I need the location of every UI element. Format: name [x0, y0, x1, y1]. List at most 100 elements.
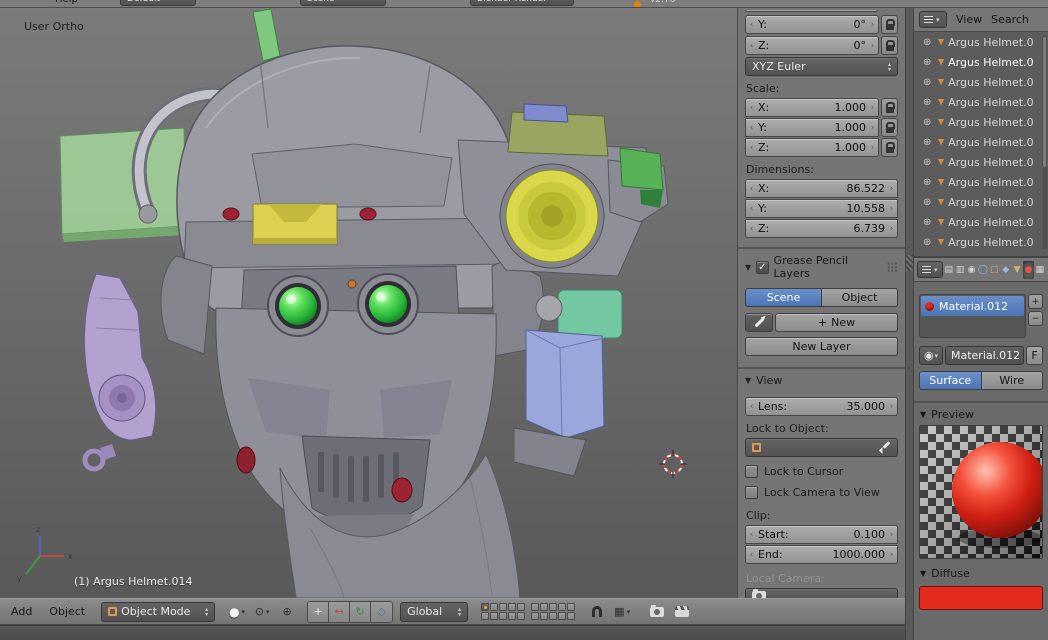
decrement-icon[interactable]: ‹	[748, 20, 755, 30]
rotation-y-field[interactable]: ‹ Y: 0° ›	[745, 15, 879, 34]
tab-render[interactable]: ▤	[944, 261, 954, 279]
manipulator-toggle[interactable]: +	[308, 602, 329, 622]
outliner-scrollbar[interactable]	[1042, 35, 1047, 249]
expand-icon[interactable]: ⊕	[923, 97, 934, 108]
tab-scene[interactable]: ◉	[966, 261, 976, 279]
preview-panel-header[interactable]: ▼ Preview	[920, 408, 1043, 421]
viewport-scene[interactable]: x z y	[0, 8, 737, 598]
layer-button[interactable]	[531, 612, 539, 620]
region-splitter-grip[interactable]	[906, 255, 913, 271]
decrement-icon[interactable]: ‹	[748, 41, 755, 51]
viewport-3d[interactable]: x z y User Ortho (1) Argus Helmet.014	[0, 8, 737, 598]
increment-icon[interactable]: ›	[869, 20, 876, 30]
collapse-icon[interactable]: ▼	[745, 263, 751, 272]
translate-manipulator-button[interactable]: ↔	[329, 602, 350, 622]
decrement-icon[interactable]: ‹	[748, 143, 755, 153]
increment-icon[interactable]: ›	[869, 143, 876, 153]
layer-button[interactable]	[508, 603, 516, 611]
lock-camera-checkbox[interactable]	[745, 486, 758, 499]
editor-type-dropdown[interactable]: ▾	[917, 261, 943, 278]
expand-icon[interactable]: ⊕	[923, 197, 934, 208]
expand-icon[interactable]: ⊕	[923, 237, 934, 248]
panel-drag-handle[interactable]	[887, 262, 898, 273]
expand-icon[interactable]: ⊕	[923, 137, 934, 148]
outliner-item[interactable]: ⊕▲Argus Helmet.0	[914, 32, 1048, 52]
outliner-item[interactable]: ⊕▲Argus Helmet.0	[914, 132, 1048, 152]
decrement-icon[interactable]: ‹	[748, 204, 755, 214]
material-name-field[interactable]: Material.012	[945, 346, 1024, 365]
clip-end-field[interactable]: ‹ End: 1000.000 ›	[745, 545, 898, 564]
screen-layout-dropdown[interactable]: Default	[120, 0, 196, 6]
outliner-item[interactable]: ⊕▲Argus Helmet.0	[914, 112, 1048, 132]
rotation-y-lock-button[interactable]	[881, 15, 898, 34]
scale-y-lock-button[interactable]	[881, 118, 898, 137]
view-panel-header[interactable]: ▼ View	[745, 374, 898, 387]
rotation-x-field-cut[interactable]	[745, 10, 878, 12]
rotation-z-lock-button[interactable]	[881, 36, 898, 55]
increment-icon[interactable]: ›	[869, 103, 876, 113]
opengl-render-anim-button[interactable]	[671, 602, 693, 622]
outliner-item[interactable]: ⊕▲Argus Helmet.0	[914, 232, 1048, 252]
scale-x-lock-button[interactable]	[881, 98, 898, 117]
decrement-icon[interactable]: ‹	[748, 550, 755, 560]
layer-button[interactable]	[549, 603, 557, 611]
layer-button[interactable]	[558, 603, 566, 611]
tab-modifiers[interactable]: ◆	[1000, 261, 1010, 279]
layer-button[interactable]	[508, 612, 516, 620]
layer-button[interactable]	[481, 612, 489, 620]
grease-pencil-panel-header[interactable]: ▼ ✓ Grease Pencil Layers	[745, 254, 898, 280]
viewport-shading-dropdown[interactable]: ● ▾	[226, 602, 248, 622]
tab-texture[interactable]: ▦	[1035, 261, 1045, 279]
scene-dropdown[interactable]: Scene	[300, 0, 386, 6]
object-menu[interactable]: Object	[42, 605, 92, 618]
outliner-item[interactable]: ⊕▲Argus Helmet.0	[914, 92, 1048, 112]
scale-z-lock-button[interactable]	[881, 138, 898, 157]
collapse-icon[interactable]: ▼	[920, 569, 926, 578]
decrement-icon[interactable]: ‹	[748, 184, 755, 194]
layer-button[interactable]	[540, 603, 548, 611]
render-engine-dropdown[interactable]: Blender Render	[470, 0, 574, 6]
dimension-x-field[interactable]: ‹ X: 86.522 ›	[745, 179, 898, 198]
gp-new-button[interactable]: + New	[775, 313, 898, 332]
material-slot-list[interactable]: Material.012	[919, 294, 1026, 338]
increment-icon[interactable]: ›	[888, 224, 895, 234]
material-type-wire[interactable]: Wire	[982, 371, 1044, 390]
scale-x-field[interactable]: ‹ X: 1.000 ›	[745, 98, 879, 117]
decrement-icon[interactable]: ‹	[748, 402, 755, 412]
lock-to-object-field[interactable]	[745, 438, 898, 457]
rotation-mode-dropdown[interactable]: XYZ Euler ▴▾	[745, 57, 898, 76]
layer-button[interactable]	[567, 612, 575, 620]
material-type-surface[interactable]: Surface	[919, 371, 982, 390]
expand-icon[interactable]: ⊕	[923, 37, 934, 48]
helmet-model[interactable]	[60, 9, 668, 598]
tab-world[interactable]: ◯	[978, 261, 988, 279]
expand-icon[interactable]: ⊕	[923, 117, 934, 128]
scale-z-field[interactable]: ‹ Z: 1.000 ›	[745, 138, 879, 157]
dimension-y-field[interactable]: ‹ Y: 10.558 ›	[745, 199, 898, 218]
lens-field[interactable]: ‹ Lens: 35.000 ›	[745, 397, 898, 416]
material-slot-selected[interactable]: Material.012	[921, 296, 1024, 316]
opengl-render-button[interactable]	[646, 602, 668, 622]
remove-slot-button[interactable]: −	[1028, 311, 1043, 326]
rotate-manipulator-button[interactable]: ↻	[350, 602, 371, 622]
increment-icon[interactable]: ›	[888, 402, 895, 412]
layer-button[interactable]	[499, 603, 507, 611]
editor-type-dropdown[interactable]: ▾	[919, 11, 947, 28]
scale-y-field[interactable]: ‹ Y: 1.000 ›	[745, 118, 879, 137]
expand-icon[interactable]: ⊕	[923, 77, 934, 88]
snap-element-dropdown[interactable]: ▦ ▾	[611, 602, 633, 622]
outliner-item-selected[interactable]: ⊕▲Argus Helmet.0	[914, 52, 1048, 72]
outliner-view-menu[interactable]: View	[956, 13, 982, 26]
tab-object[interactable]: □	[989, 261, 999, 279]
outliner-item[interactable]: ⊕▲Argus Helmet.0	[914, 152, 1048, 172]
layer-button[interactable]	[517, 612, 525, 620]
dimension-z-field[interactable]: ‹ Z: 6.739 ›	[745, 219, 898, 238]
outliner-item[interactable]: ⊕▲Argus Helmet.0	[914, 212, 1048, 232]
expand-icon[interactable]: ⊕	[923, 157, 934, 168]
layer-button[interactable]	[567, 603, 575, 611]
scrollbar-thumb[interactable]	[1043, 37, 1046, 167]
layer-button[interactable]	[499, 612, 507, 620]
grease-pencil-checkbox[interactable]: ✓	[756, 261, 768, 274]
diffuse-panel-header[interactable]: ▼ Diffuse	[920, 567, 1043, 580]
increment-icon[interactable]: ›	[869, 123, 876, 133]
